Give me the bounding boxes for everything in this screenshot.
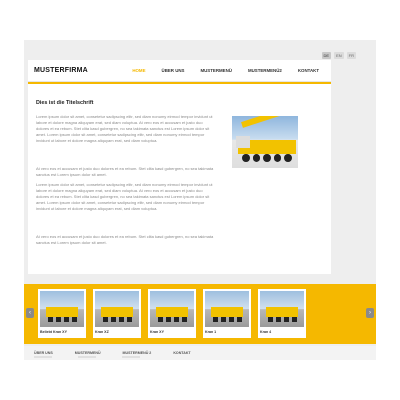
gallery-image xyxy=(150,291,194,327)
page-title: Dies ist die Titelschrift xyxy=(36,100,94,106)
gallery-image xyxy=(95,291,139,327)
paragraph-1: Lorem ipsum dolor sit amet, consetetur s… xyxy=(36,114,213,143)
language-switcher: DE EN FR xyxy=(321,52,356,59)
nav-item-ueber-uns[interactable]: ÜBER UNS xyxy=(162,68,185,73)
language-de[interactable]: DE xyxy=(321,52,332,59)
footer-sublink-placeholder xyxy=(122,356,140,358)
nav-item-mustermenue2[interactable]: MUSTERMENÜ2 xyxy=(248,68,282,73)
nav-item-home[interactable]: HOME xyxy=(132,68,145,73)
language-en[interactable]: EN xyxy=(334,52,344,59)
paragraph-4: At vero eos et accusam et justo duo dolo… xyxy=(36,234,214,245)
main-content: Dies ist die Titelschrift Lorem ipsum do… xyxy=(28,84,331,274)
hero-image-crane xyxy=(232,116,298,168)
language-fr[interactable]: FR xyxy=(346,52,356,59)
paragraph-3: Lorem ipsum dolor sit amet, consetetur s… xyxy=(36,182,213,211)
footer-sublink-placeholder xyxy=(34,356,52,358)
footer-link-kontakt[interactable]: KONTAKT xyxy=(173,351,190,355)
logo[interactable]: MUSTERFIRMA xyxy=(34,67,88,74)
gallery-caption: Beliebt Kran XY xyxy=(40,330,67,334)
gallery-item[interactable]: Kran XY xyxy=(148,289,196,338)
main-nav: HOME ÜBER UNS MUSTERMENÜ MUSTERMENÜ2 KON… xyxy=(132,68,319,73)
footer-sublinks xyxy=(34,356,140,358)
footer-link-mustermenue[interactable]: MUSTERMENÜ xyxy=(75,351,101,355)
image-gallery: ‹ Beliebt Kran XY Kran XZ Kran XY Kran 1… xyxy=(24,284,376,344)
footer-link-mustermenue2[interactable]: MUSTERMENÜ 2 xyxy=(123,351,152,355)
footer-nav: ÜBER UNS MUSTERMENÜ MUSTERMENÜ 2 KONTAKT xyxy=(34,351,191,355)
nav-item-mustermenue[interactable]: MUSTERMENÜ xyxy=(200,68,231,73)
gallery-prev-arrow-icon[interactable]: ‹ xyxy=(26,308,34,318)
gallery-item[interactable]: Kran 4 xyxy=(258,289,306,338)
footer-link-ueber-uns[interactable]: ÜBER UNS xyxy=(34,351,53,355)
gallery-image xyxy=(260,291,304,327)
gallery-item[interactable]: Beliebt Kran XY xyxy=(38,289,86,338)
nav-item-kontakt[interactable]: KONTAKT xyxy=(298,68,319,73)
gallery-item[interactable]: Kran 1 xyxy=(203,289,251,338)
gallery-next-arrow-icon[interactable]: › xyxy=(366,308,374,318)
gallery-caption: Kran 4 xyxy=(260,330,272,334)
paragraph-2: At vero eos et accusam et justo duo dolo… xyxy=(36,166,214,177)
site-footer: ÜBER UNS MUSTERMENÜ MUSTERMENÜ 2 KONTAKT xyxy=(24,346,376,360)
gallery-caption: Kran 1 xyxy=(205,330,217,334)
gallery-image xyxy=(205,291,249,327)
gallery-thumbnails: Beliebt Kran XY Kran XZ Kran XY Kran 1 K… xyxy=(38,289,306,338)
gallery-image xyxy=(40,291,84,327)
gallery-caption: Kran XZ xyxy=(95,330,109,334)
site-header: MUSTERFIRMA HOME ÜBER UNS MUSTERMENÜ MUS… xyxy=(28,60,331,82)
gallery-caption: Kran XY xyxy=(150,330,164,334)
footer-sublink-placeholder xyxy=(78,356,96,358)
gallery-item[interactable]: Kran XZ xyxy=(93,289,141,338)
